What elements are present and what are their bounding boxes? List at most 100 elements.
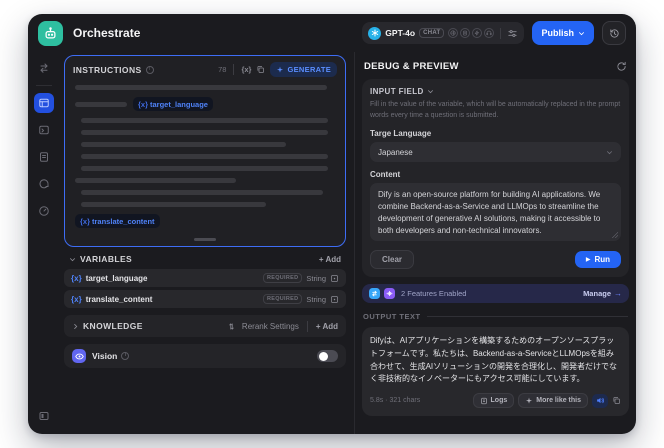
model-name: GPT-4o xyxy=(385,28,416,38)
variable-name: target_language xyxy=(85,273,148,283)
resize-grip-icon[interactable] xyxy=(612,232,618,238)
nav-annotations-icon[interactable] xyxy=(34,174,54,194)
chevron-down-icon xyxy=(579,31,584,35)
content-value: Dify is an open-source platform for buil… xyxy=(378,190,601,235)
variable-row[interactable]: {x} target_language REQUIRED String xyxy=(64,269,346,287)
chevron-down-icon xyxy=(606,149,613,156)
skeleton-line xyxy=(81,202,266,207)
info-icon: i xyxy=(121,352,130,360)
variable-row[interactable]: {x} translate_content REQUIRED String xyxy=(64,290,346,308)
content-field-label: Content xyxy=(370,170,401,179)
app-logo-icon[interactable] xyxy=(38,20,63,46)
chevron-down-icon xyxy=(427,90,433,94)
variable-settings-icon[interactable] xyxy=(330,274,339,283)
nav-monitoring-icon[interactable] xyxy=(34,201,54,221)
vision-section: Vision i xyxy=(64,344,346,368)
sparkle-icon xyxy=(277,66,284,73)
arrow-right-icon: → xyxy=(614,289,622,298)
skeleton-line xyxy=(81,154,328,159)
toggle-knob xyxy=(318,351,328,361)
rerank-icon xyxy=(227,322,236,331)
publish-button[interactable]: Publish xyxy=(532,21,594,45)
nav-orchestrate-icon[interactable] xyxy=(34,93,54,113)
publish-label: Publish xyxy=(541,28,574,38)
variable-tag[interactable]: {x} target_language xyxy=(133,97,213,111)
generate-button[interactable]: GENERATE xyxy=(270,62,337,77)
chevron-right-icon xyxy=(74,323,78,329)
feature-speech-icon xyxy=(384,288,395,299)
debug-title: DEBUG & PREVIEW xyxy=(364,61,459,72)
manage-features-button[interactable]: Manage → xyxy=(583,289,622,298)
app-window: Orchestrate GPT-4o CHAT Publish INSTRUCT… xyxy=(28,14,636,434)
log-icon xyxy=(480,397,487,404)
variables-header: VARIABLES + Add xyxy=(64,247,346,269)
rerank-settings-button[interactable]: Rerank Settings xyxy=(242,322,299,331)
skeleton-line xyxy=(81,166,328,171)
nav-logs-icon[interactable] xyxy=(34,147,54,167)
output-card: Difyは、AIアプリケーションを構築するためのオープンソースプラットフォームで… xyxy=(362,327,629,417)
variable-type: String xyxy=(306,273,326,283)
chevron-down-icon xyxy=(70,257,75,261)
prompt-editor[interactable]: {x} target_language {x} translate_content xyxy=(65,81,345,238)
insert-variable-icon[interactable]: {x} xyxy=(241,65,251,74)
window-body: INSTRUCTIONS i 78 {x} GENERATE {x} targe… xyxy=(28,52,636,434)
resize-handle[interactable] xyxy=(194,238,216,241)
output-footer: 5.8s · 321 chars Logs More like this xyxy=(370,393,621,409)
variable-name: translate_content xyxy=(85,294,153,304)
speaker-icon xyxy=(596,398,604,404)
required-badge: REQUIRED xyxy=(262,294,303,304)
debug-panel: DEBUG & PREVIEW INPUT FIELD Fill in the … xyxy=(354,52,636,434)
more-like-this-button[interactable]: More like this xyxy=(518,393,588,409)
features-bar: 2 Features Enabled Manage → xyxy=(362,284,629,303)
vision-label: Vision i xyxy=(92,351,130,361)
content-textarea[interactable]: Dify is an open-source platform for buil… xyxy=(370,183,621,241)
refresh-icon[interactable] xyxy=(616,61,627,72)
text-to-speech-button[interactable] xyxy=(592,393,608,408)
action-row: Clear ▶ Run xyxy=(370,250,621,269)
variable-tag[interactable]: {x} translate_content xyxy=(75,214,160,228)
input-field-toggle[interactable]: INPUT FIELD xyxy=(370,87,621,96)
output-section-header: OUTPUT TEXT xyxy=(362,312,629,321)
skeleton-line xyxy=(75,178,237,183)
history-icon xyxy=(609,28,619,38)
instructions-panel[interactable]: INSTRUCTIONS i 78 {x} GENERATE {x} targe… xyxy=(64,55,346,247)
skeleton-line xyxy=(75,101,127,107)
copy-output-icon[interactable] xyxy=(612,396,621,405)
logs-button[interactable]: Logs xyxy=(472,393,515,409)
play-icon: ▶ xyxy=(585,257,591,263)
clear-button[interactable]: Clear xyxy=(370,250,415,269)
copy-icon[interactable] xyxy=(256,65,265,74)
divider xyxy=(233,64,235,75)
capability-tool-icon xyxy=(472,28,483,38)
language-select[interactable]: Japanese xyxy=(370,142,621,162)
run-button[interactable]: ▶ Run xyxy=(574,251,621,268)
instructions-title: INSTRUCTIONS xyxy=(73,64,142,75)
variable-settings-icon[interactable] xyxy=(330,295,339,304)
page-background: Orchestrate GPT-4o CHAT Publish INSTRUCT… xyxy=(0,0,664,448)
generation-stats: 5.8s · 321 chars xyxy=(370,397,421,405)
model-selector[interactable]: GPT-4o CHAT xyxy=(362,22,525,44)
add-variable-button[interactable]: + Add xyxy=(319,255,341,264)
debug-header: DEBUG & PREVIEW xyxy=(362,52,629,79)
run-label: Run xyxy=(594,255,610,264)
skeleton-line xyxy=(81,190,323,195)
divider xyxy=(306,320,308,332)
vision-eye-icon xyxy=(72,349,86,363)
title-bar: Orchestrate GPT-4o CHAT Publish xyxy=(28,14,636,52)
variable-icon: {x} xyxy=(71,273,82,283)
knowledge-title: KNOWLEDGE xyxy=(72,321,143,331)
instructions-header: INSTRUCTIONS i 78 {x} GENERATE xyxy=(65,56,345,81)
nav-preview-icon[interactable] xyxy=(34,120,54,140)
model-settings-icon[interactable] xyxy=(507,28,518,39)
page-title: Orchestrate xyxy=(73,26,141,40)
vision-toggle[interactable] xyxy=(317,350,338,362)
knowledge-section[interactable]: KNOWLEDGE Rerank Settings + Add xyxy=(64,315,346,337)
add-knowledge-button[interactable]: + Add xyxy=(316,322,338,331)
collapse-sidebar-icon[interactable] xyxy=(34,406,54,426)
sparkle-icon xyxy=(526,397,533,404)
output-text: Difyは、AIアプリケーションを構築するためのオープンソースプラットフォームで… xyxy=(370,336,617,384)
swap-app-icon[interactable] xyxy=(34,58,54,78)
skeleton-line xyxy=(81,142,287,147)
history-button[interactable] xyxy=(602,21,626,45)
required-badge: REQUIRED xyxy=(262,273,303,283)
